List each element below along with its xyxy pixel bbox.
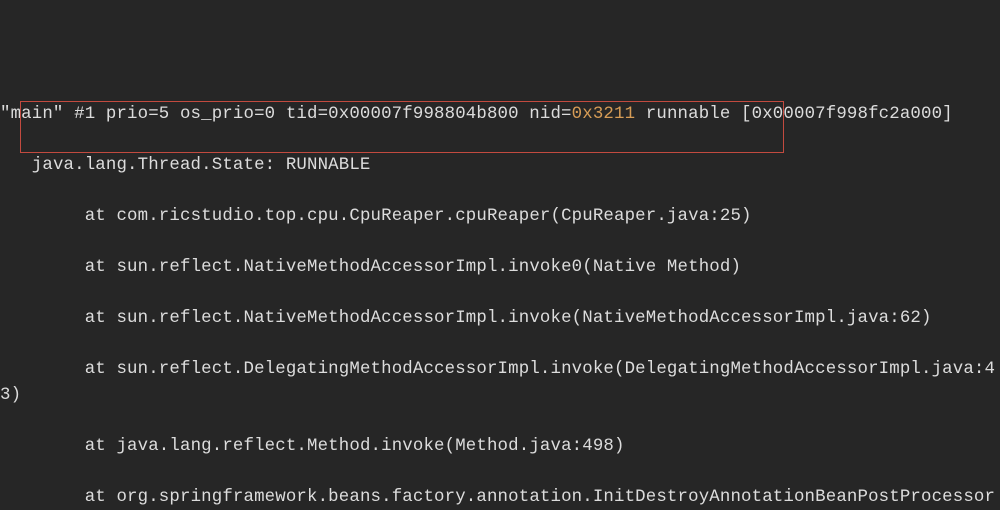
thread-header-suffix: runnable [0x00007f998fc2a000] bbox=[635, 105, 953, 124]
stack-frame: at org.springframework.beans.factory.ann… bbox=[0, 485, 1000, 510]
thread-header-line: "main" #1 prio=5 os_prio=0 tid=0x00007f9… bbox=[0, 102, 1000, 128]
thread-state-line: java.lang.Thread.State: RUNNABLE bbox=[0, 153, 1000, 179]
terminal-output: "main" #1 prio=5 os_prio=0 tid=0x00007f9… bbox=[0, 77, 1000, 510]
thread-nid-value: 0x3211 bbox=[572, 105, 636, 124]
stack-frame: at com.ricstudio.top.cpu.CpuReaper.cpuRe… bbox=[0, 204, 1000, 230]
stack-frame: at sun.reflect.DelegatingMethodAccessorI… bbox=[0, 357, 1000, 408]
stack-frame: at sun.reflect.NativeMethodAccessorImpl.… bbox=[0, 306, 1000, 332]
stack-frame: at java.lang.reflect.Method.invoke(Metho… bbox=[0, 434, 1000, 460]
stack-frame: at sun.reflect.NativeMethodAccessorImpl.… bbox=[0, 255, 1000, 281]
thread-header-prefix: "main" #1 prio=5 os_prio=0 tid=0x00007f9… bbox=[0, 105, 572, 124]
